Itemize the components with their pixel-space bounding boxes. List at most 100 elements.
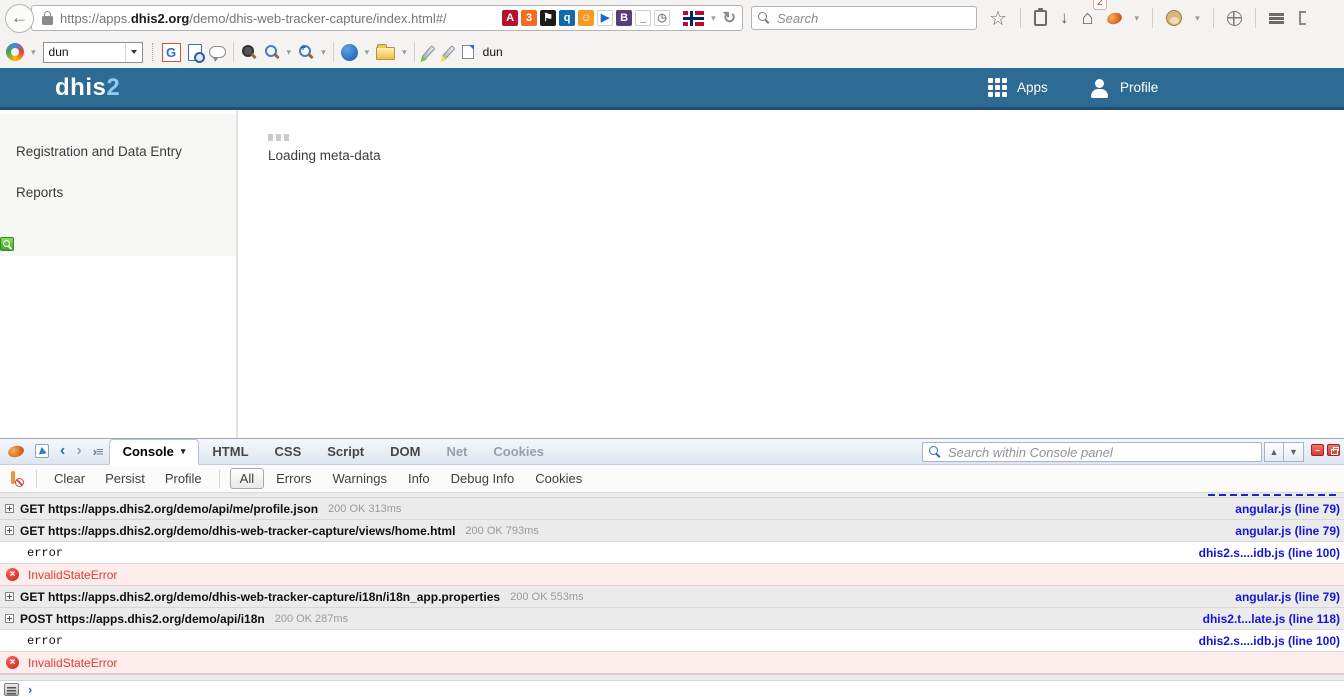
history-back-icon[interactable]: ‹ — [60, 443, 65, 459]
greasemonkey-dropdown-icon[interactable]: ▾ — [1195, 13, 1200, 24]
tab-console[interactable]: Console▾ — [109, 439, 200, 465]
search-next-button[interactable]: ▼ — [1284, 442, 1304, 462]
combo-dropdown-icon[interactable] — [125, 43, 142, 62]
inspect-element-icon[interactable] — [35, 444, 49, 458]
angularjs-icon[interactable]: A — [502, 10, 518, 26]
command-line-icon[interactable]: ›≡ — [93, 444, 103, 459]
console-row[interactable]: errordhis2.s....idb.js (line 100) — [0, 542, 1344, 564]
sidebar-toggle-partial-icon[interactable] — [1299, 11, 1306, 25]
filter-errors[interactable]: Errors — [267, 469, 320, 488]
filter-cookies[interactable]: Cookies — [526, 469, 591, 488]
highlighter-green-icon[interactable] — [421, 45, 435, 59]
console-search-input[interactable] — [948, 445, 1255, 460]
zoom-dropdown-icon[interactable]: ▾ — [321, 47, 326, 58]
apps-menu-button[interactable]: Apps — [988, 68, 1048, 107]
console-search-box[interactable] — [922, 442, 1262, 462]
dhis2-logo[interactable]: dhis2 — [55, 74, 120, 102]
filter-warnings[interactable]: Warnings — [324, 469, 396, 488]
downloads-icon[interactable]: ↓ — [1060, 8, 1069, 28]
url-bar[interactable]: https://apps.dhis2.org/demo/dhis-web-tra… — [31, 5, 743, 31]
history-forward-icon[interactable]: › — [76, 443, 81, 459]
page-info-icon[interactable] — [341, 44, 358, 61]
highlighter-yellow-icon[interactable] — [441, 45, 455, 59]
source-link[interactable]: angular.js (line 79) — [1235, 502, 1340, 516]
google-toolbar-dropdown-icon[interactable]: ▾ — [31, 47, 36, 58]
magnifier-icon[interactable] — [264, 44, 280, 60]
filter-info[interactable]: Info — [399, 469, 439, 488]
find-in-page-icon[interactable] — [188, 44, 202, 61]
console-row[interactable]: POST https://apps.dhis2.org/demo/api/i18… — [0, 608, 1344, 630]
console-row[interactable]: GET https://apps.dhis2.org/demo/api/me/p… — [0, 498, 1344, 520]
source-link[interactable]: angular.js (line 79) — [1235, 524, 1340, 538]
bookmark-star-icon[interactable]: ☆ — [989, 6, 1007, 31]
expand-icon[interactable] — [5, 526, 14, 535]
info-dropdown-icon[interactable]: ▾ — [365, 47, 370, 58]
d3-icon[interactable]: 3 — [521, 10, 537, 26]
urlbar-dropdown-icon[interactable]: ▾ — [711, 13, 716, 24]
expand-icon[interactable] — [5, 504, 14, 513]
folder-dropdown-icon[interactable]: ▾ — [402, 47, 407, 58]
tab-html[interactable]: HTML — [199, 440, 261, 464]
greasemonkey-icon[interactable] — [1166, 10, 1182, 26]
browser-search-input[interactable] — [777, 11, 970, 26]
source-link[interactable]: dhis2.t...late.js (line 118) — [1203, 612, 1340, 626]
command-editor-toggle-icon[interactable] — [4, 683, 19, 696]
magnifier-dropdown-icon[interactable]: ▾ — [287, 47, 292, 58]
highlight-words-icon[interactable] — [462, 45, 474, 59]
expand-icon[interactable] — [5, 592, 14, 601]
profile-menu-button[interactable]: Profile — [1090, 68, 1158, 107]
firebug-menu-icon[interactable] — [7, 444, 25, 459]
bookmarks-menu-icon[interactable] — [1034, 10, 1047, 26]
clock-lib-icon[interactable]: ◷ — [654, 10, 670, 26]
url-text[interactable]: https://apps.dhis2.org/demo/dhis-web-tra… — [60, 11, 495, 26]
smiley-lib-icon[interactable]: ☺ — [578, 10, 594, 26]
firebug-dropdown-icon[interactable]: ▾ — [1135, 13, 1140, 24]
menu-hamburger-icon[interactable] — [1269, 13, 1284, 24]
firebug-icon[interactable] — [1105, 10, 1123, 25]
source-link[interactable]: angular.js (line 79) — [1235, 590, 1340, 604]
persist-button[interactable]: Persist — [96, 468, 154, 489]
tab-net[interactable]: Net — [433, 440, 480, 464]
toolbar-search-combobox[interactable]: dun — [43, 42, 143, 63]
comments-icon[interactable] — [209, 46, 226, 58]
tab-css[interactable]: CSS — [262, 440, 315, 464]
console-row[interactable]: ×InvalidStateError — [0, 652, 1344, 674]
flag-lib-icon[interactable]: ⚑ — [540, 10, 556, 26]
source-link[interactable]: dhis2.s....idb.js (line 100) — [1199, 634, 1340, 648]
paperplane-icon[interactable]: ▶ — [597, 10, 613, 26]
search-prev-button[interactable]: ▲ — [1264, 442, 1284, 462]
home-icon[interactable]: ⌂2 — [1081, 7, 1093, 30]
source-link[interactable]: dhis2.s....idb.js (line 100) — [1199, 546, 1340, 560]
zoom-in-icon[interactable]: + — [298, 44, 314, 60]
globe-edit-icon[interactable] — [1227, 11, 1242, 26]
bootstrap-icon[interactable]: B — [616, 10, 632, 26]
search-site-icon[interactable] — [241, 44, 257, 60]
clear-button[interactable]: Clear — [45, 468, 94, 489]
detach-window-button[interactable] — [1327, 444, 1340, 456]
command-line[interactable]: › — [0, 681, 1344, 697]
break-on-errors-icon[interactable] — [8, 471, 24, 487]
console-row[interactable]: GET https://apps.dhis2.org/demo/dhis-web… — [0, 520, 1344, 542]
profile-button[interactable]: Profile — [156, 468, 211, 489]
reload-icon[interactable]: ↻ — [723, 8, 736, 28]
underscore-icon[interactable]: _ — [635, 10, 651, 26]
jquery-icon[interactable]: q — [559, 10, 575, 26]
sidebar-item[interactable]: Registration and Data Entry — [16, 144, 182, 159]
console-row[interactable]: ×InvalidStateError — [0, 564, 1344, 586]
back-button[interactable]: ← — [5, 4, 34, 33]
tab-cookies[interactable]: Cookies — [480, 440, 557, 464]
expand-icon[interactable] — [5, 614, 14, 623]
tab-script[interactable]: Script — [314, 440, 377, 464]
google-search-button[interactable]: G — [162, 43, 181, 62]
filter-debug-info[interactable]: Debug Info — [442, 469, 524, 488]
browser-search-box[interactable] — [751, 6, 977, 30]
open-folder-icon[interactable] — [376, 47, 395, 60]
console-row[interactable]: GET https://apps.dhis2.org/demo/dhis-web… — [0, 586, 1344, 608]
google-toolbar-icon[interactable] — [6, 43, 24, 61]
quick-search-icon[interactable] — [0, 237, 14, 251]
tab-dom[interactable]: DOM — [377, 440, 433, 464]
console-row[interactable]: errordhis2.s....idb.js (line 100) — [0, 630, 1344, 652]
norway-flag-icon[interactable] — [683, 11, 704, 26]
sidebar-item[interactable]: Reports — [16, 185, 63, 200]
filter-all[interactable]: All — [230, 468, 264, 489]
